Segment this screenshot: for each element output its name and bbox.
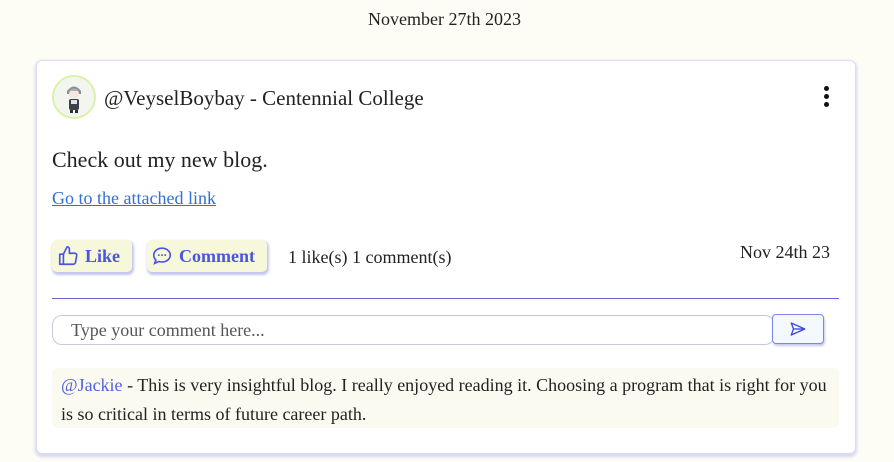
post-date: Nov 24th 23 <box>740 242 830 262</box>
chat-bubble-icon <box>152 247 172 265</box>
comment-button[interactable]: Comment <box>147 240 267 272</box>
post-card: @VeyselBoybay - Centennial College Check… <box>36 60 856 454</box>
more-vertical-icon[interactable] <box>817 86 835 110</box>
comment-input[interactable] <box>52 315 775 345</box>
comment-button-label: Comment <box>179 245 255 266</box>
post-text: Check out my new blog. <box>52 147 268 172</box>
divider <box>52 298 839 299</box>
like-button[interactable]: Like <box>52 240 132 272</box>
thumbs-up-icon <box>58 246 78 266</box>
like-button-label: Like <box>85 245 121 266</box>
avatar-figure-icon <box>54 77 94 117</box>
engagement-counts: 1 like(s) 1 comment(s) <box>288 247 452 267</box>
avatar[interactable] <box>52 75 96 119</box>
comment-item: @Jackie - This is very insightful blog. … <box>52 368 839 428</box>
send-button[interactable] <box>772 314 824 344</box>
comment-separator: - <box>122 375 138 395</box>
feed-date-header: November 27th 2023 <box>368 9 521 29</box>
attached-link[interactable]: Go to the attached link <box>52 188 216 209</box>
post-author[interactable]: @VeyselBoybay - Centennial College <box>104 86 424 111</box>
send-icon <box>790 322 806 336</box>
comment-username[interactable]: @Jackie <box>61 375 123 395</box>
comment-text: This is very insightful blog. I really e… <box>61 375 827 424</box>
